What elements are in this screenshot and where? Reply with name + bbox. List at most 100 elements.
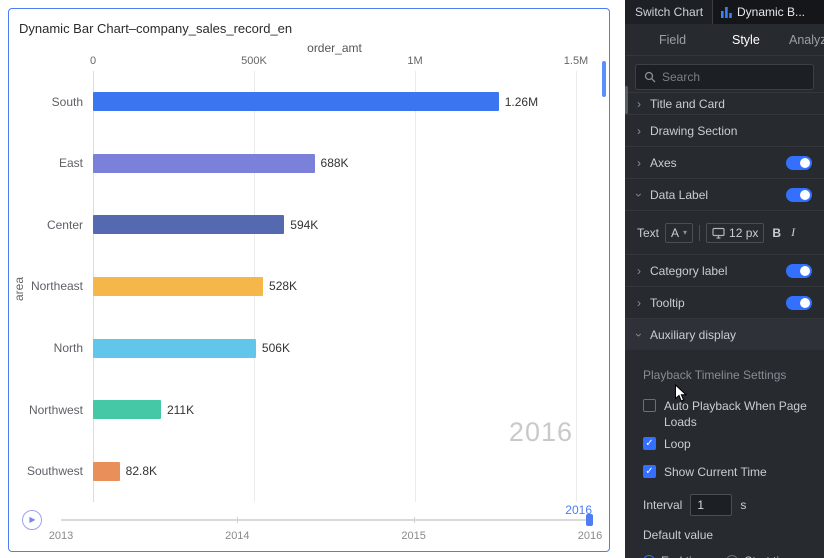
interval-input[interactable] — [690, 494, 733, 516]
category-label-toggle[interactable] — [786, 263, 812, 278]
start-time-label: Start time — [744, 554, 795, 558]
chevron-right-icon: › — [637, 295, 641, 310]
tab-field[interactable]: Field — [659, 33, 686, 47]
timeline-year-labels: 2013 2014 2015 2016 — [49, 530, 602, 544]
timeline-current-year: 2016 — [565, 503, 592, 517]
section-data-label[interactable]: › Data Label — [625, 178, 824, 210]
default-value-radio-group: End time Start time — [643, 554, 812, 558]
check-icon: ✓ — [645, 437, 654, 449]
section-tooltip[interactable]: › Tooltip — [625, 286, 824, 318]
chevron-down-icon: › — [632, 332, 646, 337]
section-title-and-card[interactable]: › Title and Card — [625, 92, 824, 114]
caret-down-icon: ▾ — [683, 228, 688, 237]
data-label-toggle[interactable] — [786, 187, 812, 202]
play-button[interactable]: ▶ — [22, 510, 42, 530]
settings-panel: Switch Chart Dynamic B... Field Style An… — [625, 0, 824, 558]
app-screen: Dynamic Bar Chart–company_sales_record_e… — [0, 0, 824, 558]
bar-row: North 506K — [54, 338, 576, 358]
search-input[interactable] — [662, 70, 805, 84]
font-color-dropdown[interactable]: A ▾ — [665, 222, 694, 243]
x-axis-title: order_amt — [307, 41, 362, 55]
search-row — [625, 56, 824, 92]
bar-row: Northwest 211K — [29, 400, 576, 420]
bar[interactable] — [93, 92, 499, 112]
chart-card[interactable]: Dynamic Bar Chart–company_sales_record_e… — [8, 8, 610, 552]
x-axis-ticks: 0 500K 1M 1.5M — [90, 55, 588, 69]
search-icon — [644, 71, 656, 83]
bold-button[interactable]: B — [770, 226, 783, 240]
section-label: Drawing Section — [650, 123, 738, 138]
auto-playback-checkbox[interactable] — [643, 399, 656, 412]
year-label-2013: 2013 — [48, 530, 74, 542]
chart-title: Dynamic Bar Chart–company_sales_record_e… — [19, 21, 293, 36]
interval-row: Interval s — [643, 494, 812, 516]
search-box[interactable] — [635, 64, 814, 90]
category-label: South — [51, 94, 83, 109]
section-label: Auxiliary display — [650, 327, 737, 342]
section-axes[interactable]: › Axes — [625, 146, 824, 178]
bar[interactable] — [93, 400, 161, 420]
loop-label: Loop — [664, 437, 691, 451]
doc-tab-dynamic-bar[interactable]: Dynamic B... — [712, 0, 824, 24]
year-label-2014: 2014 — [225, 530, 250, 542]
tab-style[interactable]: Style — [732, 33, 760, 47]
plot-area: South 1.26M East 688K Center 594K Northeast 528… — [27, 71, 577, 502]
loop-checkbox[interactable]: ✓ — [643, 437, 656, 450]
playback-timeline: ▶ 2016 2013 2014 2015 2016 — [9, 503, 609, 552]
panel-scrollbar-thumb[interactable] — [625, 86, 628, 114]
section-label: Data Label — [650, 187, 709, 202]
bar[interactable] — [93, 276, 264, 296]
show-current-time-checkbox[interactable]: ✓ — [643, 465, 656, 478]
value-label: 528K — [269, 279, 298, 294]
default-value-label: Default value — [643, 528, 714, 542]
value-label: 82.8K — [125, 464, 158, 479]
bar-row: East 688K — [59, 153, 576, 173]
bar-row: South 1.26M — [52, 92, 576, 112]
timeline-tick — [237, 517, 239, 523]
category-label: Northeast — [30, 279, 83, 294]
section-auxiliary-display[interactable]: › Auxiliary display — [625, 318, 824, 350]
section-label: Category label — [650, 263, 728, 278]
timeline-tick — [413, 517, 415, 523]
bar[interactable] — [93, 215, 285, 235]
chart-scrollbar-thumb[interactable] — [602, 61, 606, 97]
bar[interactable] — [93, 153, 315, 173]
interval-label: Interval — [643, 498, 683, 512]
loop-row: ✓ Loop — [643, 436, 812, 452]
section-drawing-section[interactable]: › Drawing Section — [625, 114, 824, 146]
chevron-down-icon: › — [632, 192, 646, 197]
doc-tab-label: Dynamic B... — [737, 5, 806, 19]
end-time-label: End time — [661, 554, 708, 558]
check-icon: ✓ — [645, 465, 654, 477]
section-category-label[interactable]: › Category label — [625, 254, 824, 286]
bar[interactable] — [93, 338, 256, 358]
category-label: East — [58, 156, 83, 171]
bar[interactable] — [93, 461, 120, 481]
font-size-value: 12 px — [729, 225, 759, 240]
section-label: Title and Card — [650, 96, 725, 111]
bar-row: Southwest 82.8K — [27, 461, 576, 481]
tooltip-toggle[interactable] — [786, 295, 812, 310]
value-label: 211K — [166, 402, 195, 417]
start-time-option[interactable]: Start time — [726, 554, 796, 558]
timeline-track[interactable]: 2016 — [61, 503, 593, 526]
font-color-glyph: A — [671, 225, 680, 240]
axes-toggle[interactable] — [786, 155, 812, 170]
font-size-dropdown[interactable]: 12 px — [706, 222, 765, 243]
category-label: Center — [46, 217, 83, 232]
show-current-time-label: Show Current Time — [664, 465, 767, 479]
gridline — [576, 71, 577, 502]
auto-playback-row: Auto Playback When Page Loads — [643, 398, 812, 430]
value-label: 1.26M — [504, 94, 539, 109]
panel-tabs: Field Style Analyze — [625, 24, 824, 56]
chevron-right-icon: › — [637, 96, 641, 111]
x-tick-1-5m: 1.5M — [563, 55, 589, 67]
category-label: North — [53, 341, 83, 356]
italic-button[interactable]: I — [789, 225, 797, 240]
switch-chart-button[interactable]: Switch Chart — [625, 5, 703, 19]
chevron-right-icon: › — [637, 155, 641, 170]
y-axis-title: area — [12, 276, 26, 302]
end-time-option[interactable]: End time — [643, 554, 708, 558]
playback-settings-title: Playback Timeline Settings — [643, 368, 787, 382]
tab-analyze[interactable]: Analyze — [789, 33, 824, 47]
